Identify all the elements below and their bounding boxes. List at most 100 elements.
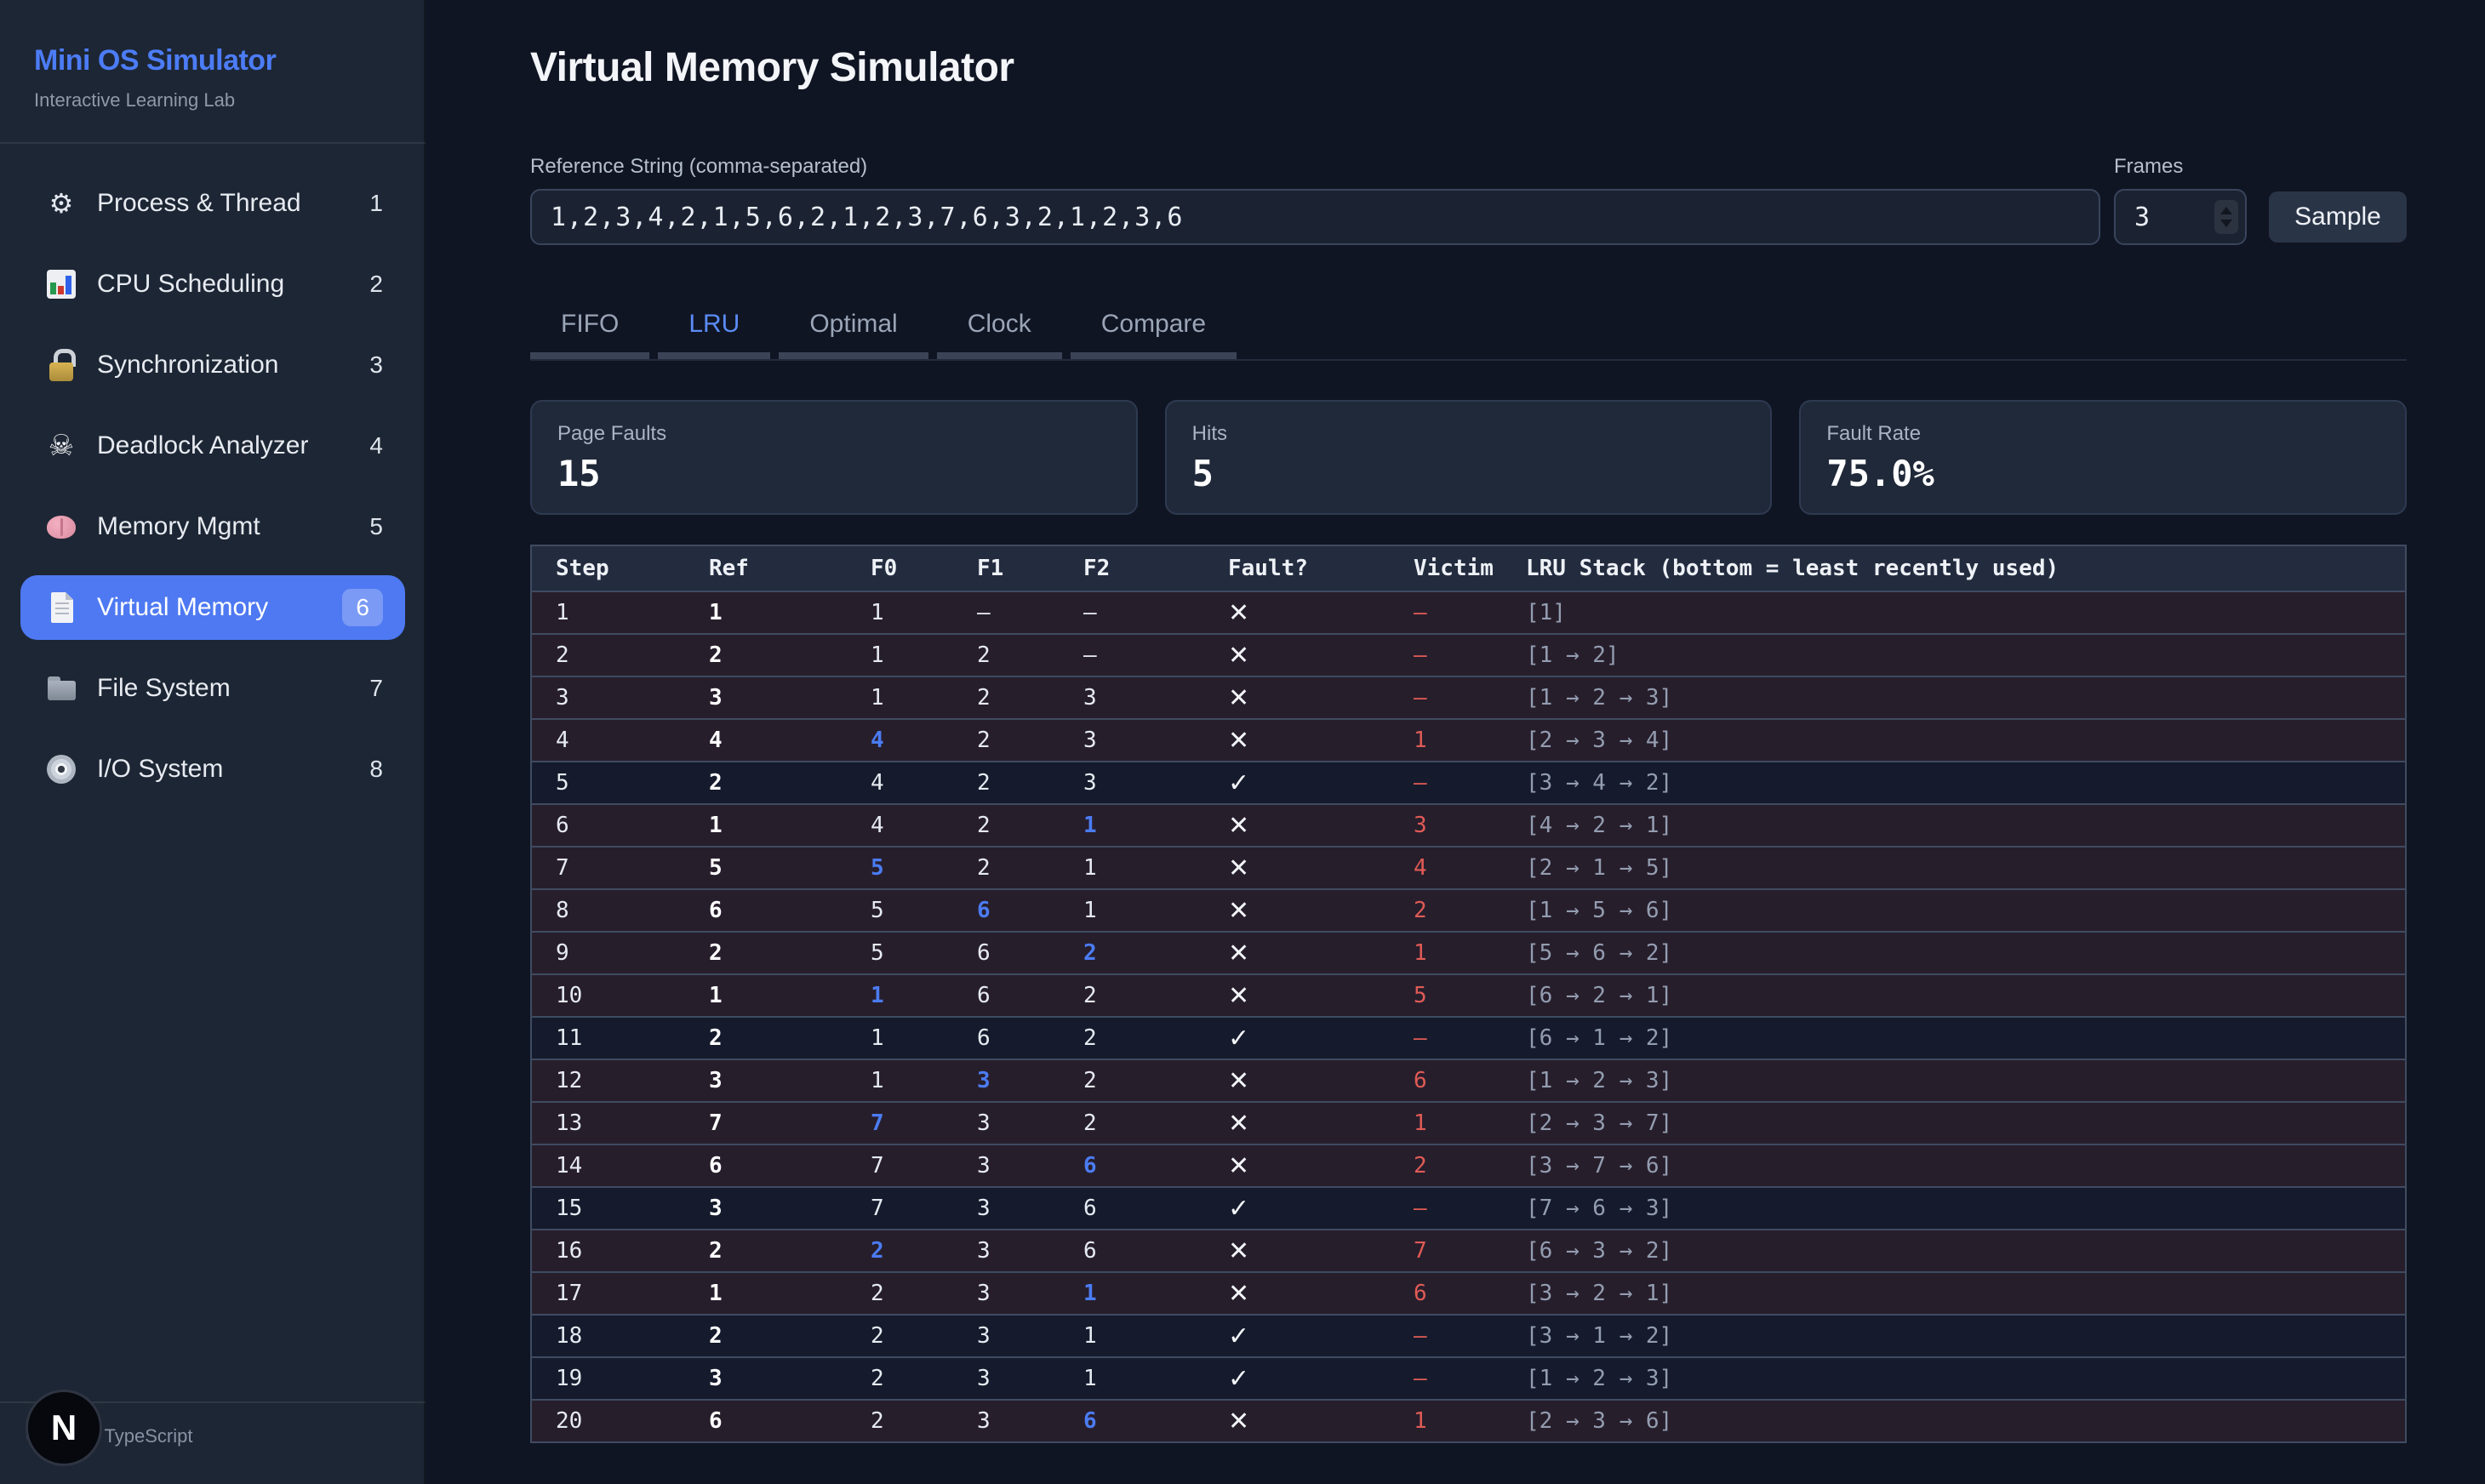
cell-f1: 3 — [953, 1102, 1060, 1144]
cell-ref: 1 — [685, 974, 847, 1017]
cell-f2: 6 — [1060, 1400, 1204, 1442]
cell-ref: 3 — [685, 1187, 847, 1230]
cell-fault-mark: ✕ — [1204, 1102, 1390, 1144]
cell-victim: 6 — [1390, 1272, 1502, 1315]
table-row: 4 4 4 2 3 ✕ 1 [2 → 3 → 4] — [531, 719, 2406, 762]
cell-f1: 6 — [953, 1017, 1060, 1059]
cell-victim: – — [1390, 634, 1502, 676]
cell-f0: 1 — [847, 676, 953, 719]
col-step: Step — [531, 545, 685, 591]
cell-victim: 1 — [1390, 932, 1502, 974]
cell-f2: 1 — [1060, 1357, 1204, 1400]
table-row: 16 2 2 3 6 ✕ 7 [6 → 3 → 2] — [531, 1230, 2406, 1272]
sidebar-item[interactable]: Process & Thread 1 — [20, 171, 405, 236]
cell-step: 13 — [531, 1102, 685, 1144]
frames-field: Frames — [2114, 155, 2247, 245]
cell-step: 8 — [531, 889, 685, 932]
cell-f1: 6 — [953, 974, 1060, 1017]
cell-step: 11 — [531, 1017, 685, 1059]
cell-f0: 7 — [847, 1144, 953, 1187]
badge-letter: N — [51, 1407, 77, 1448]
table-row: 18 2 2 3 1 ✓ – [3 → 1 → 2] — [531, 1315, 2406, 1357]
cell-fault-mark: ✕ — [1204, 1272, 1390, 1315]
cell-ref: 1 — [685, 804, 847, 847]
table-row: 7 5 5 2 1 ✕ 4 [2 → 1 → 5] — [531, 847, 2406, 889]
sidebar-item[interactable]: Deadlock Analyzer 4 — [20, 414, 405, 478]
cell-step: 5 — [531, 762, 685, 804]
cell-lru-stack: [6 → 3 → 2] — [1502, 1230, 2406, 1272]
cell-fault-mark: ✕ — [1204, 676, 1390, 719]
page-faults-value: 15 — [557, 453, 1111, 494]
col-fault: Fault? — [1204, 545, 1390, 591]
cell-victim: – — [1390, 1017, 1502, 1059]
cell-step: 17 — [531, 1272, 685, 1315]
cell-f0: 5 — [847, 889, 953, 932]
cell-step: 4 — [531, 719, 685, 762]
folder-icon — [43, 670, 80, 707]
frames-label: Frames — [2114, 155, 2247, 179]
cell-f0: 1 — [847, 1017, 953, 1059]
tab[interactable]: Compare — [1071, 298, 1237, 359]
sidebar-item[interactable]: Synchronization 3 — [20, 333, 405, 397]
cell-f2: 1 — [1060, 1315, 1204, 1357]
cell-f2: 3 — [1060, 676, 1204, 719]
stepper-arrows-icon[interactable] — [2214, 200, 2238, 234]
sidebar-item-number: 5 — [369, 513, 383, 540]
tab[interactable]: Clock — [937, 298, 1062, 359]
cd-icon — [43, 751, 80, 788]
table-header: Step Ref F0 F1 F2 Fault? Victim LRU Stac… — [531, 545, 2406, 591]
hits-card: Hits 5 — [1165, 400, 1773, 515]
cell-f2: 2 — [1060, 1017, 1204, 1059]
table-row: 17 1 2 3 1 ✕ 6 [3 → 2 → 1] — [531, 1272, 2406, 1315]
cell-fault-mark: ✕ — [1204, 591, 1390, 634]
cell-ref: 2 — [685, 932, 847, 974]
tab[interactable]: LRU — [658, 298, 770, 359]
cell-step: 18 — [531, 1315, 685, 1357]
tab[interactable]: FIFO — [530, 298, 649, 359]
sidebar: Mini OS Simulator Interactive Learning L… — [0, 0, 426, 1484]
cell-victim: 3 — [1390, 804, 1502, 847]
cell-lru-stack: [1 → 2 → 3] — [1502, 1357, 2406, 1400]
cell-fault-mark: ✓ — [1204, 1315, 1390, 1357]
cell-ref: 5 — [685, 847, 847, 889]
nextjs-badge-icon[interactable]: N — [26, 1390, 102, 1466]
cell-fault-mark: ✕ — [1204, 889, 1390, 932]
page-icon — [43, 589, 80, 626]
table-row: 10 1 1 6 2 ✕ 5 [6 → 2 → 1] — [531, 974, 2406, 1017]
cell-f0: 5 — [847, 847, 953, 889]
sidebar-item[interactable]: I/O System 8 — [20, 737, 405, 802]
cell-f2: – — [1060, 591, 1204, 634]
cell-f2: – — [1060, 634, 1204, 676]
cell-ref: 1 — [685, 1272, 847, 1315]
cell-lru-stack: [6 → 1 → 2] — [1502, 1017, 2406, 1059]
cell-step: 20 — [531, 1400, 685, 1442]
sidebar-item-label: Virtual Memory — [97, 593, 342, 622]
cell-f2: 6 — [1060, 1187, 1204, 1230]
cell-victim: – — [1390, 762, 1502, 804]
sidebar-item[interactable]: Virtual Memory 6 — [20, 575, 405, 640]
cell-f0: 1 — [847, 634, 953, 676]
cell-f1: 3 — [953, 1144, 1060, 1187]
sample-button[interactable]: Sample — [2269, 191, 2407, 243]
cell-lru-stack: [3 → 1 → 2] — [1502, 1315, 2406, 1357]
tab[interactable]: Optimal — [779, 298, 928, 359]
cell-lru-stack: [3 → 7 → 6] — [1502, 1144, 2406, 1187]
cell-victim: 7 — [1390, 1230, 1502, 1272]
cell-f2: 3 — [1060, 719, 1204, 762]
sidebar-item[interactable]: Memory Mgmt 5 — [20, 494, 405, 559]
cell-ref: 6 — [685, 1400, 847, 1442]
app-title: Mini OS Simulator — [34, 44, 391, 77]
cell-f0: 5 — [847, 932, 953, 974]
hits-value: 5 — [1192, 453, 1745, 494]
sidebar-item[interactable]: File System 7 — [20, 656, 405, 721]
cell-step: 2 — [531, 634, 685, 676]
reference-string-input[interactable] — [530, 189, 2100, 245]
cell-ref: 6 — [685, 889, 847, 932]
col-lru-stack: LRU Stack (bottom = least recently used) — [1502, 545, 2406, 591]
cell-lru-stack: [3 → 4 → 2] — [1502, 762, 2406, 804]
stats-row: Page Faults 15 Hits 5 Fault Rate 75.0% — [530, 400, 2407, 515]
cell-step: 1 — [531, 591, 685, 634]
sidebar-item[interactable]: CPU Scheduling 2 — [20, 252, 405, 317]
cell-f0: 2 — [847, 1357, 953, 1400]
table-row: 14 6 7 3 6 ✕ 2 [3 → 7 → 6] — [531, 1144, 2406, 1187]
